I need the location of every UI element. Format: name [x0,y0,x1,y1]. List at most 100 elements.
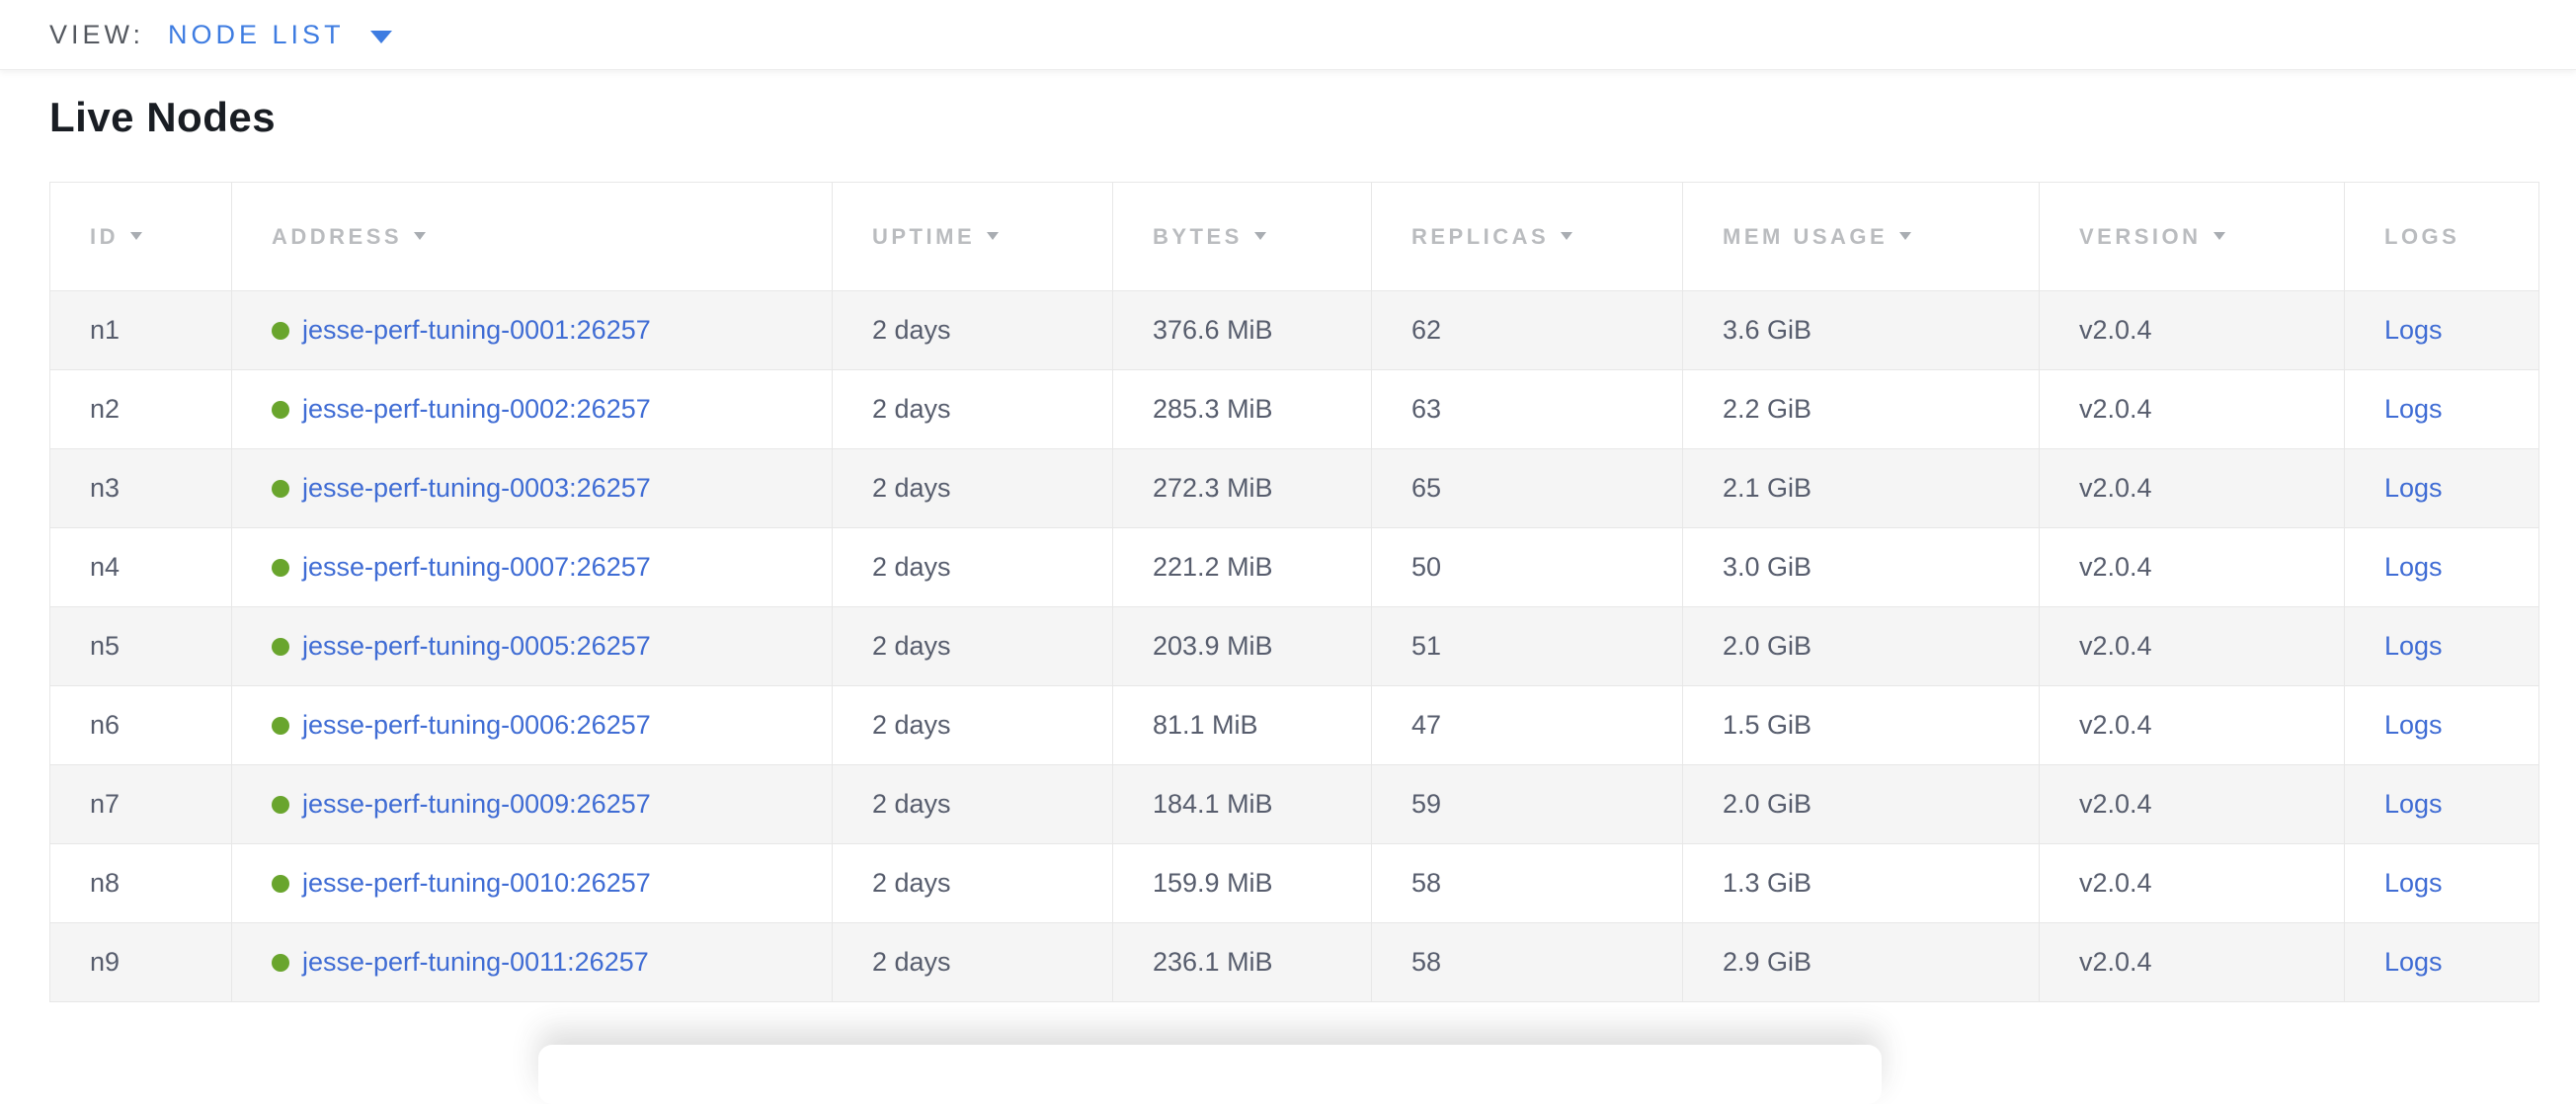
node-address-link[interactable]: jesse-perf-tuning-0001:26257 [302,315,651,346]
node-uptime: 2 days [872,394,951,424]
node-id: n4 [90,552,120,582]
node-logs-link[interactable]: Logs [2384,315,2443,345]
column-header-mem-usage[interactable]: MEM USAGE [1683,183,2040,291]
column-header-label: LOGS [2384,224,2459,249]
view-label: VIEW: [49,20,144,50]
column-header-bytes[interactable]: BYTES [1113,183,1372,291]
node-live-status-icon [272,480,289,498]
node-logs-link[interactable]: Logs [2384,473,2443,503]
node-replicas: 58 [1411,868,1441,898]
node-address-link[interactable]: jesse-perf-tuning-0003:26257 [302,473,651,504]
node-version: v2.0.4 [2079,631,2152,661]
node-uptime: 2 days [872,315,951,345]
sort-caret-icon [1561,232,1572,240]
table-row: n8 jesse-perf-tuning-0010:26257 2 days 1… [50,844,2539,923]
node-uptime: 2 days [872,710,951,740]
node-uptime: 2 days [872,631,951,661]
node-version: v2.0.4 [2079,868,2152,898]
node-logs-link[interactable]: Logs [2384,552,2443,582]
table-row: n7 jesse-perf-tuning-0009:26257 2 days 1… [50,765,2539,844]
column-header-uptime[interactable]: UPTIME [833,183,1113,291]
column-header-label: UPTIME [872,224,975,249]
view-selector-dropdown[interactable]: NODE LIST [168,20,392,50]
node-version: v2.0.4 [2079,552,2152,582]
node-replicas: 62 [1411,315,1441,345]
node-logs-link[interactable]: Logs [2384,789,2443,819]
node-mem-usage: 1.5 GiB [1723,710,1811,740]
node-uptime: 2 days [872,789,951,819]
node-live-status-icon [272,875,289,893]
below-fold-card-shadow [538,1045,1882,1104]
node-uptime: 2 days [872,473,951,503]
node-version: v2.0.4 [2079,947,2152,977]
node-mem-usage: 2.0 GiB [1723,631,1811,661]
node-logs-link[interactable]: Logs [2384,868,2443,898]
node-mem-usage: 1.3 GiB [1723,868,1811,898]
node-id: n3 [90,473,120,503]
node-live-status-icon [272,401,289,419]
node-id: n7 [90,789,120,819]
node-id: n9 [90,947,120,977]
node-mem-usage: 2.0 GiB [1723,789,1811,819]
node-bytes: 285.3 MiB [1153,394,1273,424]
sort-caret-icon [2214,232,2225,240]
node-version: v2.0.4 [2079,315,2152,345]
node-uptime: 2 days [872,552,951,582]
node-id: n1 [90,315,120,345]
node-mem-usage: 2.2 GiB [1723,394,1811,424]
node-version: v2.0.4 [2079,789,2152,819]
node-replicas: 50 [1411,552,1441,582]
node-bytes: 376.6 MiB [1153,315,1273,345]
node-live-status-icon [272,954,289,972]
node-address-link[interactable]: jesse-perf-tuning-0002:26257 [302,394,651,425]
column-header-address[interactable]: ADDRESS [232,183,833,291]
node-address-link[interactable]: jesse-perf-tuning-0011:26257 [302,947,649,978]
node-address-link[interactable]: jesse-perf-tuning-0006:26257 [302,710,651,741]
node-id: n2 [90,394,120,424]
column-header-logs: LOGS [2345,183,2539,291]
column-header-label: VERSION [2079,224,2202,249]
node-mem-usage: 3.6 GiB [1723,315,1811,345]
column-header-label: BYTES [1153,224,1243,249]
node-replicas: 47 [1411,710,1441,740]
node-replicas: 51 [1411,631,1441,661]
table-row: n1 jesse-perf-tuning-0001:26257 2 days 3… [50,291,2539,370]
column-header-id[interactable]: ID [50,183,232,291]
sort-caret-icon [1899,232,1911,240]
node-replicas: 59 [1411,789,1441,819]
node-replicas: 65 [1411,473,1441,503]
node-address-link[interactable]: jesse-perf-tuning-0009:26257 [302,789,651,820]
node-version: v2.0.4 [2079,473,2152,503]
node-live-status-icon [272,796,289,814]
node-live-status-icon [272,322,289,340]
view-bar: VIEW: NODE LIST [0,0,2576,70]
column-header-version[interactable]: VERSION [2040,183,2345,291]
node-address-link[interactable]: jesse-perf-tuning-0007:26257 [302,552,651,583]
node-logs-link[interactable]: Logs [2384,394,2443,424]
node-logs-link[interactable]: Logs [2384,631,2443,661]
live-nodes-section: ID ADDRESS UPTIME BYTES REPLICAS MEM USA… [49,182,2576,1002]
node-logs-link[interactable]: Logs [2384,947,2443,977]
table-header-row: ID ADDRESS UPTIME BYTES REPLICAS MEM USA… [50,183,2539,291]
table-body: n1 jesse-perf-tuning-0001:26257 2 days 3… [50,291,2539,1002]
node-logs-link[interactable]: Logs [2384,710,2443,740]
node-mem-usage: 2.1 GiB [1723,473,1811,503]
table-row: n3 jesse-perf-tuning-0003:26257 2 days 2… [50,449,2539,528]
sort-caret-icon [414,232,426,240]
node-version: v2.0.4 [2079,710,2152,740]
node-address-link[interactable]: jesse-perf-tuning-0005:26257 [302,631,651,662]
node-bytes: 203.9 MiB [1153,631,1273,661]
node-bytes: 236.1 MiB [1153,947,1273,977]
column-header-label: ID [90,224,119,249]
node-address-link[interactable]: jesse-perf-tuning-0010:26257 [302,868,651,899]
node-bytes: 159.9 MiB [1153,868,1273,898]
node-mem-usage: 3.0 GiB [1723,552,1811,582]
node-replicas: 63 [1411,394,1441,424]
node-id: n8 [90,868,120,898]
column-header-replicas[interactable]: REPLICAS [1372,183,1683,291]
node-live-status-icon [272,717,289,735]
live-nodes-table: ID ADDRESS UPTIME BYTES REPLICAS MEM USA… [49,182,2539,1002]
table-row: n9 jesse-perf-tuning-0011:26257 2 days 2… [50,923,2539,1002]
node-id: n5 [90,631,120,661]
node-uptime: 2 days [872,868,951,898]
